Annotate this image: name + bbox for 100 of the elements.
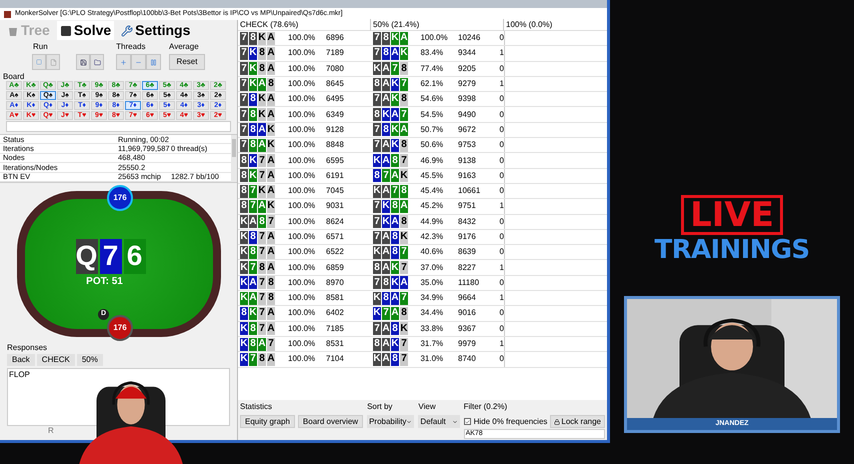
card-tile: 7: [373, 276, 381, 290]
card-tile: 7: [382, 169, 390, 182]
frequency-cell-text: 100.0%: [288, 216, 316, 228]
column-header: CHECK (78.6%): [238, 19, 371, 31]
square-icon: [60, 24, 72, 36]
card-tile: A: [258, 338, 266, 351]
frequency-cell-text: 45.2%: [420, 200, 444, 212]
card-tile: K: [391, 138, 399, 152]
section-label: Responses: [6, 342, 48, 353]
card-tile: 8: [400, 306, 408, 320]
card-tile: 7: [258, 246, 266, 259]
card-tile: K: [258, 32, 266, 45]
group-label: View: [418, 401, 437, 413]
ev-cell-text: 7080: [326, 62, 345, 75]
save-button[interactable]: [76, 54, 90, 70]
pause-button[interactable]: [146, 54, 162, 70]
table-cell: 0: [500, 93, 504, 106]
card-tile: 7: [240, 32, 248, 45]
card-tile: K: [391, 92, 399, 106]
group-label: Sort by: [367, 401, 394, 413]
card-tile: K: [258, 92, 266, 106]
checkbox[interactable]: [464, 418, 471, 425]
card-tile: 8: [258, 46, 266, 60]
response-button[interactable]: 50%: [76, 354, 103, 366]
remove-thread-button[interactable]: [131, 54, 146, 70]
card-tile: 8: [373, 108, 381, 122]
card-tile: 7: [373, 46, 381, 60]
card-tile: 8: [391, 322, 399, 336]
page-button[interactable]: [46, 54, 60, 70]
lock-range-button[interactable]: Lock range: [550, 415, 605, 428]
card-tile: A: [267, 92, 275, 106]
sort-dropdown[interactable]: Probability: [367, 415, 414, 428]
ev-cell-text: 9128: [326, 124, 345, 136]
card-tile: K: [240, 338, 248, 351]
tab[interactable]: Solve: [56, 21, 114, 40]
view-dropdown[interactable]: Default: [418, 415, 460, 428]
card-tile: A: [382, 322, 390, 336]
ev-cell-text: 6349: [326, 108, 345, 121]
card-tile: 8: [391, 230, 399, 244]
ev-cell-text: 8624: [326, 216, 345, 228]
card-tile: A: [249, 292, 257, 305]
card-tile: A: [382, 184, 390, 198]
card-tile: 7: [240, 92, 248, 106]
card-tile: A: [382, 261, 390, 274]
folder-button[interactable]: [90, 54, 104, 70]
table-cell: 0: [500, 170, 504, 182]
frequency-cell-text: 100.0%: [288, 170, 316, 182]
ev-cell-text: 8970: [326, 276, 345, 289]
column-header: 50% (21.4%): [371, 19, 504, 31]
response-button[interactable]: Back: [7, 354, 35, 366]
card-tile: 8: [382, 32, 390, 45]
card-tile: K: [240, 322, 248, 336]
response-button[interactable]: CHECK: [36, 354, 75, 366]
card-tile: A: [267, 32, 275, 45]
frequency-cell-text: 100.0%: [288, 93, 316, 106]
table-cell: 0: [500, 139, 504, 152]
ev-cell-text: 8227: [458, 262, 477, 274]
card-tile: 8: [382, 123, 390, 136]
card-tile: K: [249, 78, 257, 91]
ev-cell-text: 9016: [458, 307, 477, 320]
frequency-cell-text: 100.0%: [288, 185, 316, 198]
card-tile: 8: [373, 169, 381, 182]
input-field[interactable]: [6, 121, 231, 132]
card-tile: A: [267, 62, 275, 76]
card-tile: A: [249, 215, 257, 228]
board-overview-button[interactable]: Board overview: [298, 415, 364, 428]
ev-cell-text: 7045: [326, 185, 345, 198]
card-tile: A: [267, 352, 275, 366]
card-tile: 7: [240, 62, 248, 76]
scrollbar[interactable]: [231, 135, 237, 182]
card-tile: 7: [400, 108, 408, 122]
ev-cell-text: 9664: [458, 292, 477, 304]
card-tile: 7: [267, 215, 275, 228]
equity-graph-button[interactable]: Equity graph: [240, 415, 295, 428]
card-tile: A: [267, 184, 275, 198]
card-tile: A: [258, 78, 266, 91]
footer-tab[interactable]: R: [48, 424, 54, 437]
frequency-cell-text: 37.0%: [420, 262, 444, 274]
card-tile: K: [240, 352, 248, 366]
add-thread-button[interactable]: [116, 54, 132, 70]
table-cell: 0: [500, 154, 504, 167]
table-cell: 0: [500, 216, 504, 228]
ev-cell-text: 9344: [458, 47, 477, 60]
card-tile: K: [382, 200, 390, 213]
card-tile: A: [382, 154, 390, 168]
reset-button[interactable]: Reset: [169, 54, 205, 70]
card-tile: 8: [373, 78, 381, 91]
table-cell: 0: [500, 353, 504, 366]
card-tile: K: [373, 246, 381, 259]
card-tile: 8: [391, 352, 399, 366]
card-tile: 7: [373, 138, 381, 152]
save-icon: [80, 58, 86, 66]
card-tile: A: [267, 306, 275, 320]
tab[interactable]: Settings: [118, 21, 194, 40]
frequency-cell-text: 100.0%: [288, 276, 316, 289]
card-tile: 7: [258, 169, 266, 182]
card-tile: 7: [258, 306, 266, 320]
frequency-cell-text: 54.6%: [420, 93, 444, 106]
card-tile: 8: [249, 138, 257, 152]
stop-button[interactable]: [32, 54, 46, 70]
